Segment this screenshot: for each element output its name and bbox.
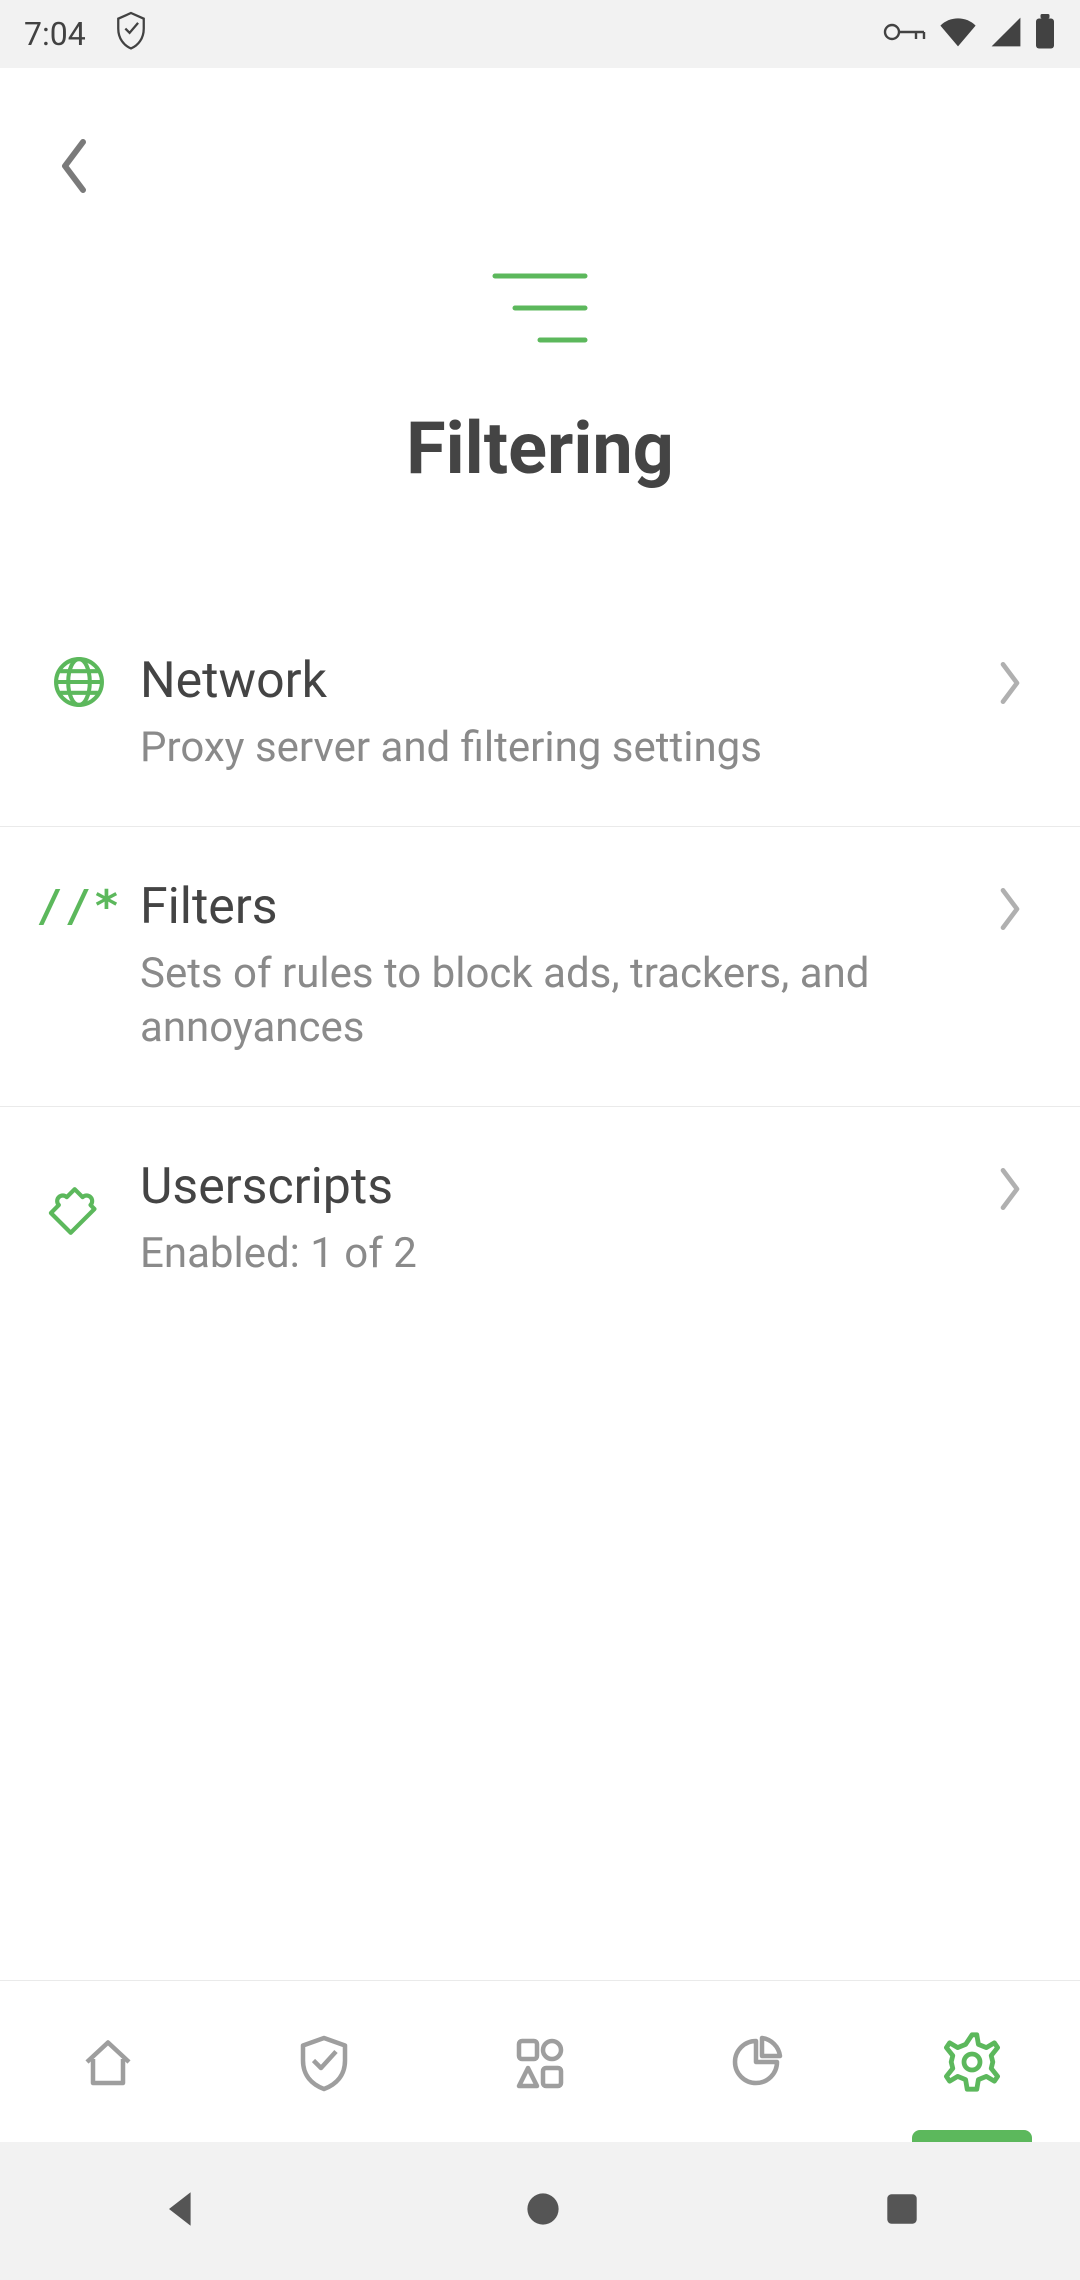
home-icon — [78, 2032, 138, 2092]
system-home-button[interactable] — [519, 2185, 567, 2237]
chevron-right-icon — [996, 651, 1024, 711]
system-nav-bar — [0, 2142, 1080, 2280]
bottom-tab-bar — [0, 1980, 1080, 2142]
wifi-icon — [938, 16, 978, 52]
row-filters[interactable]: //* Filters Sets of rules to block ads, … — [0, 827, 1080, 1107]
tab-stats[interactable] — [648, 1981, 864, 2142]
row-subtitle: Enabled: 1 of 2 — [140, 1227, 962, 1282]
tab-protection[interactable] — [216, 1981, 432, 2142]
tab-home[interactable] — [0, 1981, 216, 2142]
row-userscripts[interactable]: Userscripts Enabled: 1 of 2 — [0, 1107, 1080, 1332]
filter-icon — [490, 268, 590, 352]
key-icon — [882, 21, 926, 47]
row-network[interactable]: Network Proxy server and filtering setti… — [0, 601, 1080, 827]
row-title: Filters — [140, 877, 962, 937]
gear-icon — [940, 2030, 1004, 2094]
tab-apps[interactable] — [432, 1981, 648, 2142]
status-bar: 7:04 — [0, 0, 1080, 68]
page-title: Filtering — [406, 406, 674, 491]
chevron-right-icon — [996, 877, 1024, 937]
puzzle-icon — [51, 1161, 107, 1221]
pie-chart-icon — [726, 2032, 786, 2092]
tab-settings[interactable] — [864, 1981, 1080, 2142]
row-subtitle: Sets of rules to block ads, trackers, an… — [140, 947, 962, 1056]
row-title: Userscripts — [140, 1157, 962, 1217]
shield-check-icon — [114, 10, 148, 58]
app-bar — [0, 68, 1080, 268]
settings-list: Network Proxy server and filtering setti… — [0, 601, 1080, 1331]
cellular-icon — [990, 16, 1022, 52]
back-button[interactable] — [56, 136, 92, 200]
status-time: 7:04 — [24, 15, 86, 53]
shield-icon — [294, 2032, 354, 2092]
row-subtitle: Proxy server and filtering settings — [140, 721, 962, 776]
battery-icon — [1034, 14, 1056, 54]
system-back-button[interactable] — [157, 2185, 205, 2237]
apps-icon — [510, 2032, 570, 2092]
globe-icon — [52, 655, 106, 713]
page-header: Filtering — [0, 268, 1080, 601]
chevron-right-icon — [996, 1157, 1024, 1217]
system-overview-button[interactable] — [881, 2188, 923, 2234]
content: Filtering Network Proxy server and fi — [0, 68, 1080, 1980]
row-title: Network — [140, 651, 962, 711]
